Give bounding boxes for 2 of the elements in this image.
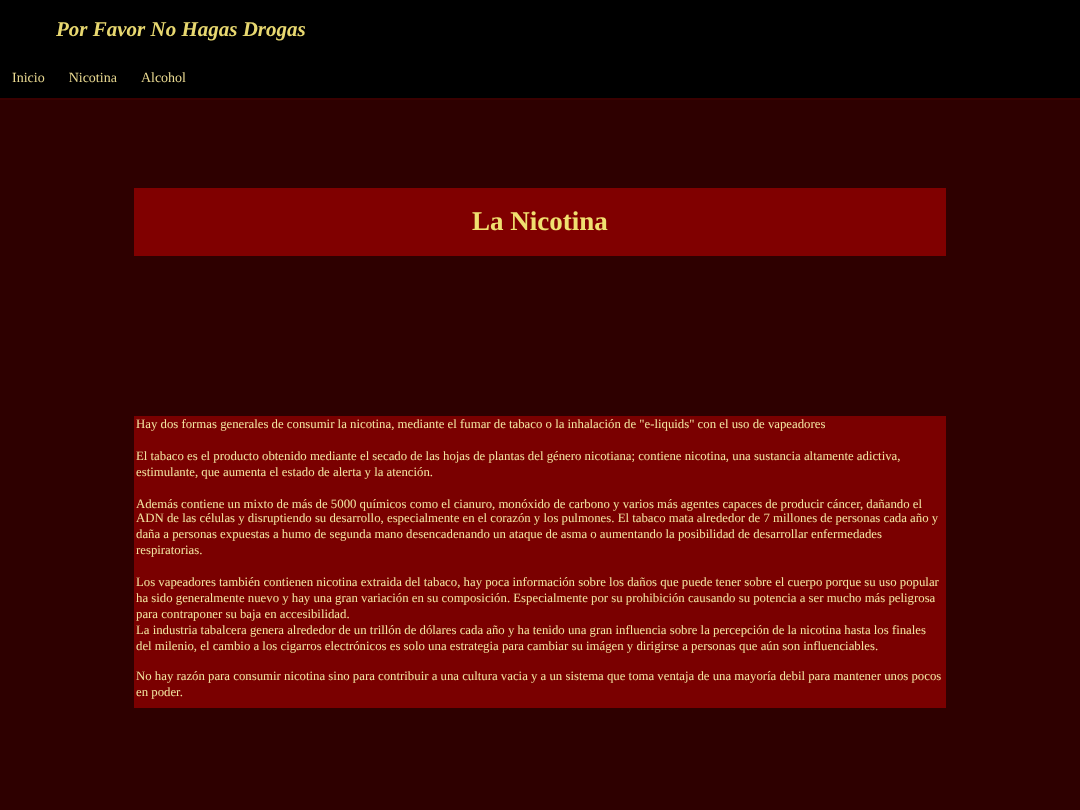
page-heading: La Nicotina — [472, 206, 608, 238]
site-title: Por Favor No Hagas Drogas — [56, 20, 308, 42]
